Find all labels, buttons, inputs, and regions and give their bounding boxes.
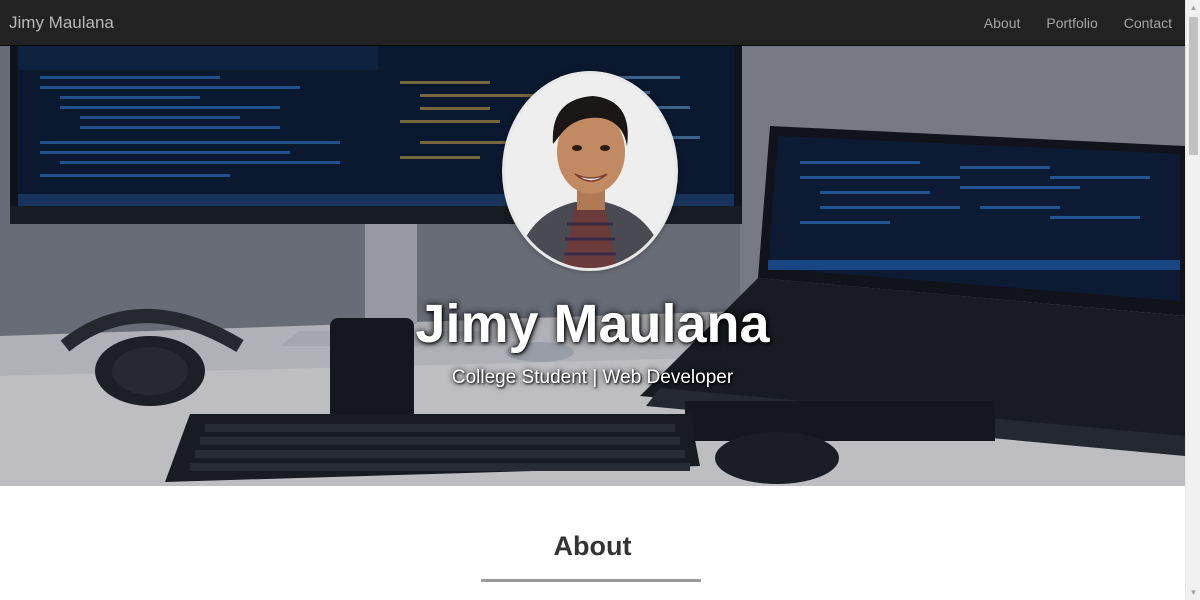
hero-title: Jimy Maulana [415, 294, 770, 354]
brand-link[interactable]: Jimy Maulana [9, 13, 114, 33]
scroll-up-arrow-icon[interactable]: ▲ [1186, 0, 1200, 15]
page-scrollbar[interactable]: ▲ ▼ [1185, 0, 1200, 600]
about-heading-divider [481, 579, 701, 582]
hero-header: Jimy Maulana College Student | Web Devel… [0, 46, 1185, 486]
about-section: About [0, 486, 1185, 600]
top-navbar: Jimy Maulana About Portfolio Contact [0, 0, 1185, 46]
profile-avatar [502, 71, 678, 271]
scroll-down-arrow-icon[interactable]: ▼ [1186, 585, 1200, 600]
page: Jimy Maulana About Portfolio Contact Jim… [0, 0, 1200, 600]
hero-subtitle: College Student | Web Developer [451, 367, 734, 388]
nav-menu: About Portfolio Contact [971, 0, 1185, 46]
scrollbar-thumb[interactable] [1189, 17, 1198, 155]
about-heading: About [553, 531, 632, 561]
nav-link-portfolio[interactable]: Portfolio [1033, 0, 1110, 46]
nav-link-about[interactable]: About [971, 0, 1034, 46]
nav-link-contact[interactable]: Contact [1111, 0, 1185, 46]
person-photo-icon [505, 74, 675, 268]
